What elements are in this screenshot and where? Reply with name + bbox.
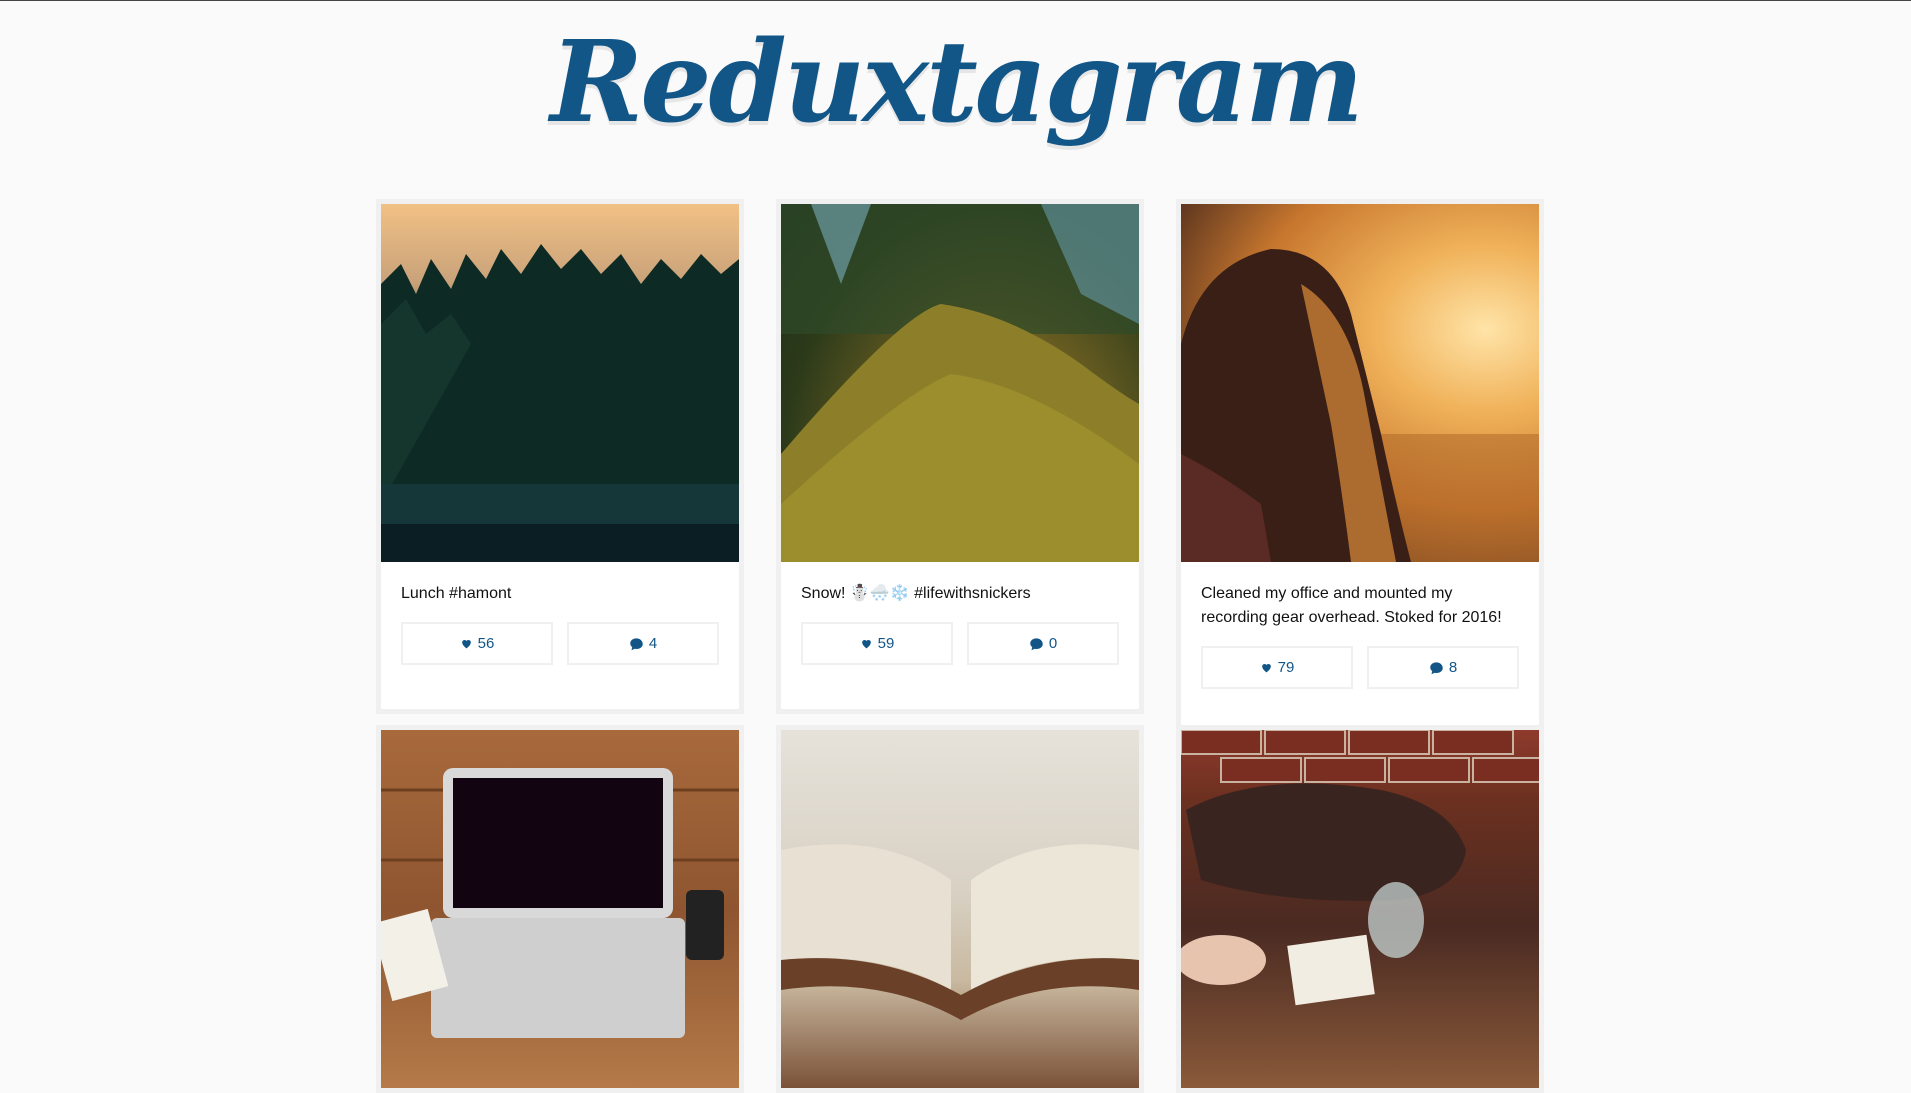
photo-card: Lunch #hamont 56 4 [376, 199, 744, 714]
photo-card [776, 725, 1144, 1093]
like-count: 56 [477, 635, 495, 652]
comments-button[interactable]: 4 [567, 622, 719, 665]
comments-button[interactable]: 0 [967, 622, 1119, 665]
post-caption: Cleaned my office and mounted my recordi… [1201, 585, 1502, 626]
photo-card-body [1181, 730, 1539, 1088]
window-top-border [0, 0, 1911, 1]
like-count: 79 [1277, 659, 1295, 676]
post-controls: 79 8 [1181, 630, 1539, 689]
photo-card: Snow! ☃️🌨️❄️ #lifewithsnickers 59 0 [776, 199, 1144, 714]
comment-count: 8 [1448, 659, 1458, 676]
post-caption: Snow! ☃️🌨️❄️ #lifewithsnickers [801, 585, 1031, 602]
speech-bubble-icon [1430, 661, 1443, 674]
bag-illustration [1181, 730, 1539, 1006]
heart-icon [461, 639, 471, 649]
moss-log-photo[interactable] [781, 204, 1139, 562]
girl-illustration [1181, 249, 1539, 562]
photo-card-body: Snow! ☃️🌨️❄️ #lifewithsnickers 59 0 [781, 204, 1139, 709]
post-controls: 59 0 [781, 606, 1139, 665]
photo-card-body [781, 730, 1139, 1088]
like-button[interactable]: 59 [801, 622, 953, 665]
app-logo[interactable]: Reduxtagram [0, 18, 1911, 148]
photo-card-body [381, 730, 739, 1088]
photo-card [376, 725, 744, 1093]
sunset-girl-photo[interactable] [1181, 204, 1539, 562]
book-illustration [781, 844, 1139, 1020]
heart-icon [1261, 663, 1271, 673]
photo-card-body: Lunch #hamont 56 4 [381, 204, 739, 709]
speech-bubble-icon [1030, 637, 1043, 650]
like-button[interactable]: 79 [1201, 646, 1353, 689]
forest-illustration [381, 244, 739, 562]
photo-card-body: Cleaned my office and mounted my recordi… [1181, 204, 1539, 733]
photo-card: Cleaned my office and mounted my recordi… [1176, 199, 1544, 738]
post-caption: Lunch #hamont [401, 585, 512, 602]
like-button[interactable]: 56 [401, 622, 553, 665]
heart-icon [861, 639, 871, 649]
post-controls: 56 4 [381, 606, 739, 665]
book-photo[interactable] [781, 730, 1139, 1088]
laptop-photo[interactable] [381, 730, 739, 1088]
comment-count: 4 [648, 635, 658, 652]
forest-photo[interactable] [381, 204, 739, 562]
like-count: 59 [877, 635, 895, 652]
photo-card [1176, 725, 1544, 1093]
comment-count: 0 [1048, 635, 1058, 652]
speech-bubble-icon [630, 637, 643, 650]
laptop-illustration [381, 768, 739, 1038]
comments-button[interactable]: 8 [1367, 646, 1519, 689]
bag-photo[interactable] [1181, 730, 1539, 1088]
moss-illustration [781, 204, 1139, 562]
